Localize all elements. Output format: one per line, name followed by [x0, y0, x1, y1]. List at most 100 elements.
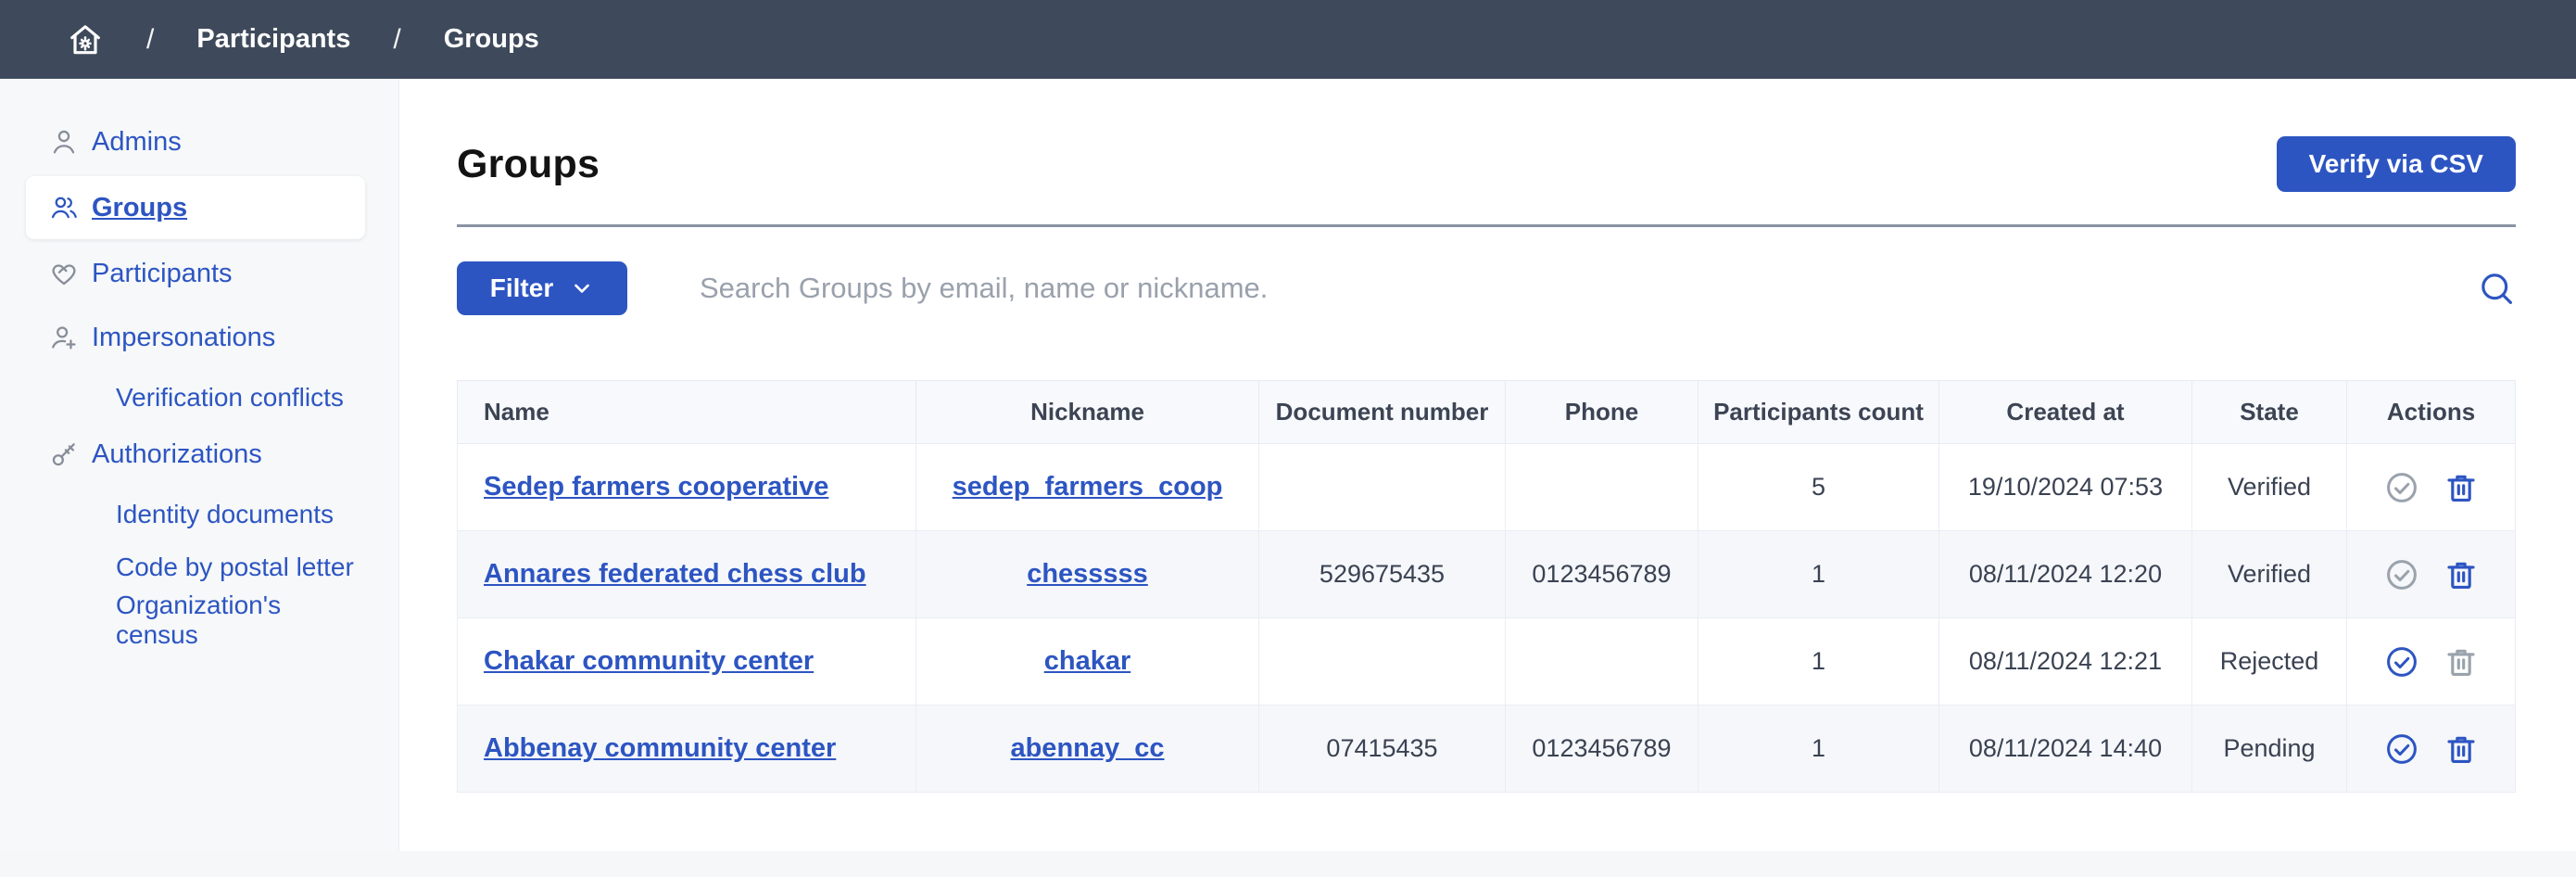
cell-participants_count: 1 — [1698, 531, 1939, 618]
column-header-name: Name — [458, 381, 916, 444]
group-icon — [49, 193, 79, 222]
sidebar-item-impersonations[interactable]: Impersonations — [26, 308, 365, 367]
sidebar-item-verification-conflicts[interactable]: Verification conflicts — [26, 372, 365, 424]
sidebar-nav: Admins Groups Participants Impersonations Ve… — [0, 112, 398, 646]
search-button[interactable] — [2477, 269, 2516, 308]
trash-icon — [2443, 644, 2479, 680]
trash-icon — [2443, 557, 2479, 592]
cell-phone — [1506, 618, 1698, 705]
cell-phone: 0123456789 — [1506, 531, 1698, 618]
sidebar-item-label: Participants — [92, 259, 233, 289]
column-header-nickname: Nickname — [916, 381, 1259, 444]
name-link[interactable]: Abbenay community center — [484, 733, 836, 763]
verify-via-csv-button[interactable]: Verify via CSV — [2277, 136, 2516, 192]
sidebar-item-groups[interactable]: Groups — [26, 176, 365, 239]
cell-actions — [2347, 444, 2516, 531]
nickname-link[interactable]: sedep_farmers_coop — [953, 472, 1223, 502]
cell-actions — [2347, 531, 2516, 618]
nickname-link[interactable]: chakar — [1044, 646, 1131, 676]
breadcrumb-item-groups[interactable]: Groups — [444, 24, 539, 55]
sidebar-item-identity-documents[interactable]: Identity documents — [26, 489, 365, 540]
column-header-state: State — [2192, 381, 2347, 444]
verify-action-button[interactable] — [2384, 731, 2419, 767]
breadcrumb-bar: / Participants / Groups — [0, 0, 2576, 79]
cell-nickname: sedep_farmers_coop — [916, 444, 1259, 531]
check-circle-icon — [2384, 644, 2419, 680]
cell-name: Annares federated chess club — [458, 531, 916, 618]
column-header-document-number: Document number — [1259, 381, 1506, 444]
table-row: Abbenay community center abennay_cc 074154… — [458, 705, 2516, 793]
cell-state: Pending — [2192, 705, 2347, 793]
table-row: Sedep farmers cooperative sedep_farmers_c… — [458, 444, 2516, 531]
search-input[interactable] — [627, 271, 2477, 306]
breadcrumb-separator: / — [393, 24, 400, 56]
check-circle-icon — [2384, 731, 2419, 767]
hand-heart-icon — [49, 259, 79, 288]
sidebar-item-participants[interactable]: Participants — [26, 244, 365, 303]
breadcrumb-item-participants[interactable]: Participants — [196, 24, 350, 55]
verify-action-button — [2384, 470, 2419, 505]
sidebar-item-label: Groups — [92, 193, 187, 223]
groups-table: NameNicknameDocument numberPhoneParticip… — [457, 380, 2516, 793]
sidebar-item-authorizations[interactable]: Authorizations — [26, 425, 365, 484]
name-link[interactable]: Chakar community center — [484, 646, 814, 676]
home-gear-icon[interactable] — [67, 21, 104, 58]
cell-document_number: 07415435 — [1259, 705, 1506, 793]
key-icon — [49, 439, 79, 469]
verify-action-button[interactable] — [2384, 644, 2419, 680]
breadcrumb-separator: / — [146, 24, 154, 56]
sidebar-item-organization-s-census[interactable]: Organization's census — [26, 594, 365, 646]
delete-action-button[interactable] — [2443, 470, 2479, 505]
cell-actions — [2347, 618, 2516, 705]
filter-button[interactable]: Filter — [457, 261, 627, 315]
delete-action-button — [2443, 644, 2479, 680]
cell-document_number: 529675435 — [1259, 531, 1506, 618]
cell-created_at: 08/11/2024 12:20 — [1939, 531, 2192, 618]
breadcrumb: / Participants / Groups — [146, 24, 539, 56]
cell-name: Abbenay community center — [458, 705, 916, 793]
cell-participants_count: 1 — [1698, 618, 1939, 705]
cell-created_at: 08/11/2024 14:40 — [1939, 705, 2192, 793]
sidebar-item-admins[interactable]: Admins — [26, 112, 365, 172]
verify-action-button — [2384, 557, 2419, 592]
sidebar-item-label: Admins — [92, 127, 182, 158]
check-circle-icon — [2384, 557, 2419, 592]
cell-participants_count: 1 — [1698, 705, 1939, 793]
trash-icon — [2443, 731, 2479, 767]
sidebar-item-label: Code by postal letter — [116, 553, 354, 582]
column-header-participants-count: Participants count — [1698, 381, 1939, 444]
cell-actions — [2347, 705, 2516, 793]
sidebar-item-code-by-postal-letter[interactable]: Code by postal letter — [26, 541, 365, 593]
sidebar-item-label: Identity documents — [116, 500, 334, 529]
name-link[interactable]: Annares federated chess club — [484, 559, 866, 589]
cell-created_at: 19/10/2024 07:53 — [1939, 444, 2192, 531]
cell-nickname: chakar — [916, 618, 1259, 705]
cell-name: Chakar community center — [458, 618, 916, 705]
nickname-link[interactable]: chesssss — [1027, 559, 1148, 589]
nickname-link[interactable]: abennay_cc — [1010, 733, 1164, 763]
filter-toolbar: Filter — [457, 261, 2516, 315]
search-icon — [2477, 269, 2516, 308]
cell-phone: 0123456789 — [1506, 705, 1698, 793]
cell-nickname: chesssss — [916, 531, 1259, 618]
name-link[interactable]: Sedep farmers cooperative — [484, 472, 828, 502]
filter-button-label: Filter — [490, 273, 553, 303]
cell-state: Rejected — [2192, 618, 2347, 705]
table-row: Annares federated chess club chesssss 5296… — [458, 531, 2516, 618]
delete-action-button[interactable] — [2443, 731, 2479, 767]
user-icon — [49, 127, 79, 157]
footer-strip — [0, 851, 2576, 877]
trash-icon — [2443, 470, 2479, 505]
main-content: Groups Verify via CSV Filter NameNicknam… — [399, 79, 2576, 851]
page-title: Groups — [457, 142, 600, 187]
delete-action-button[interactable] — [2443, 557, 2479, 592]
check-circle-icon — [2384, 470, 2419, 505]
cell-name: Sedep farmers cooperative — [458, 444, 916, 531]
column-header-actions: Actions — [2347, 381, 2516, 444]
cell-created_at: 08/11/2024 12:21 — [1939, 618, 2192, 705]
cell-participants_count: 5 — [1698, 444, 1939, 531]
column-header-phone: Phone — [1506, 381, 1698, 444]
cell-document_number — [1259, 618, 1506, 705]
sidebar-item-label: Impersonations — [92, 323, 275, 353]
title-divider — [457, 224, 2516, 227]
